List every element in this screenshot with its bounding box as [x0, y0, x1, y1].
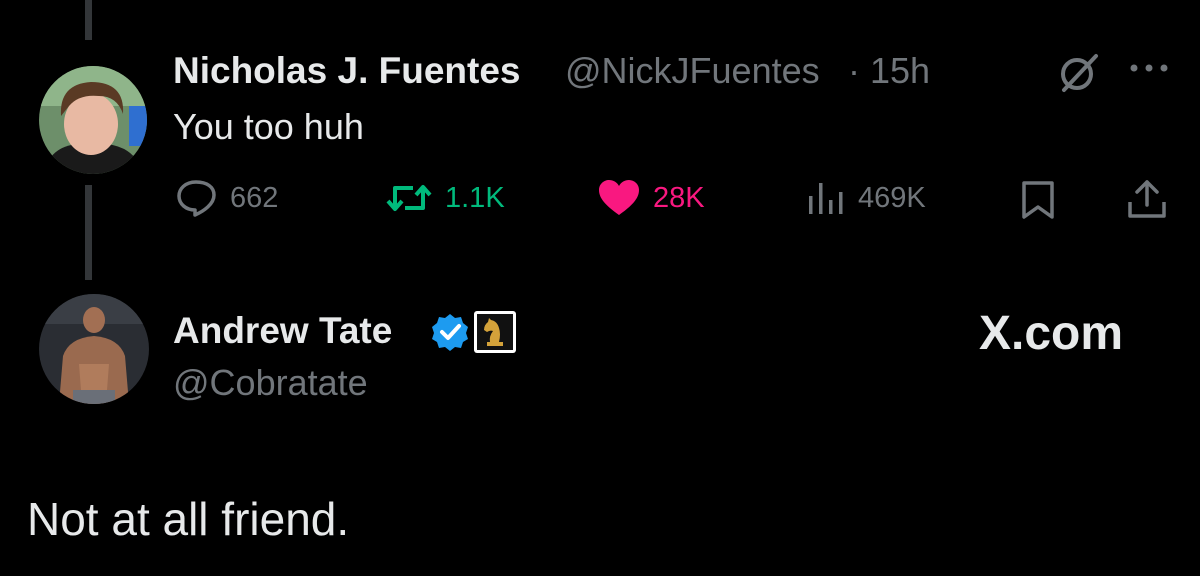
reply-author-name[interactable]: Nicholas J. Fuentes	[173, 50, 521, 92]
reply-separator: ·	[848, 50, 860, 91]
reply-text: You too huh	[173, 106, 364, 147]
repost-icon	[386, 185, 432, 211]
brand-watermark: X.com	[979, 307, 1124, 360]
more-icon[interactable]	[1128, 60, 1170, 81]
main-author-handle[interactable]: @Cobratate	[173, 362, 368, 404]
repost-button[interactable]: 1.1K	[385, 178, 505, 218]
main-tweet-text: Not at all friend.	[27, 493, 350, 545]
like-button[interactable]: 28K	[597, 178, 705, 218]
reply-count: 662	[230, 181, 279, 214]
bookmark-icon[interactable]	[1020, 180, 1056, 225]
avatar-andrew[interactable]	[39, 294, 149, 404]
main-author-name[interactable]: Andrew Tate	[173, 310, 392, 352]
avatar-nicholas[interactable]	[39, 66, 147, 174]
like-count: 28K	[653, 181, 705, 214]
share-icon[interactable]	[1126, 178, 1168, 225]
grok-icon[interactable]	[1056, 50, 1102, 101]
reply-button[interactable]: 662	[176, 178, 278, 218]
repost-count: 1.1K	[445, 181, 505, 214]
reply-time[interactable]: 15h	[870, 50, 930, 92]
thread-line-top	[85, 0, 92, 40]
views-button[interactable]: 469K	[806, 178, 926, 218]
views-icon	[809, 183, 843, 214]
chess-knight-icon	[473, 310, 517, 359]
reply-author-handle[interactable]: @NickJFuentes	[565, 50, 820, 92]
verified-badge-icon[interactable]	[430, 312, 470, 357]
thread-line-middle	[85, 185, 92, 280]
views-count: 469K	[858, 181, 926, 214]
reply-icon	[177, 180, 216, 217]
like-icon	[599, 180, 639, 215]
